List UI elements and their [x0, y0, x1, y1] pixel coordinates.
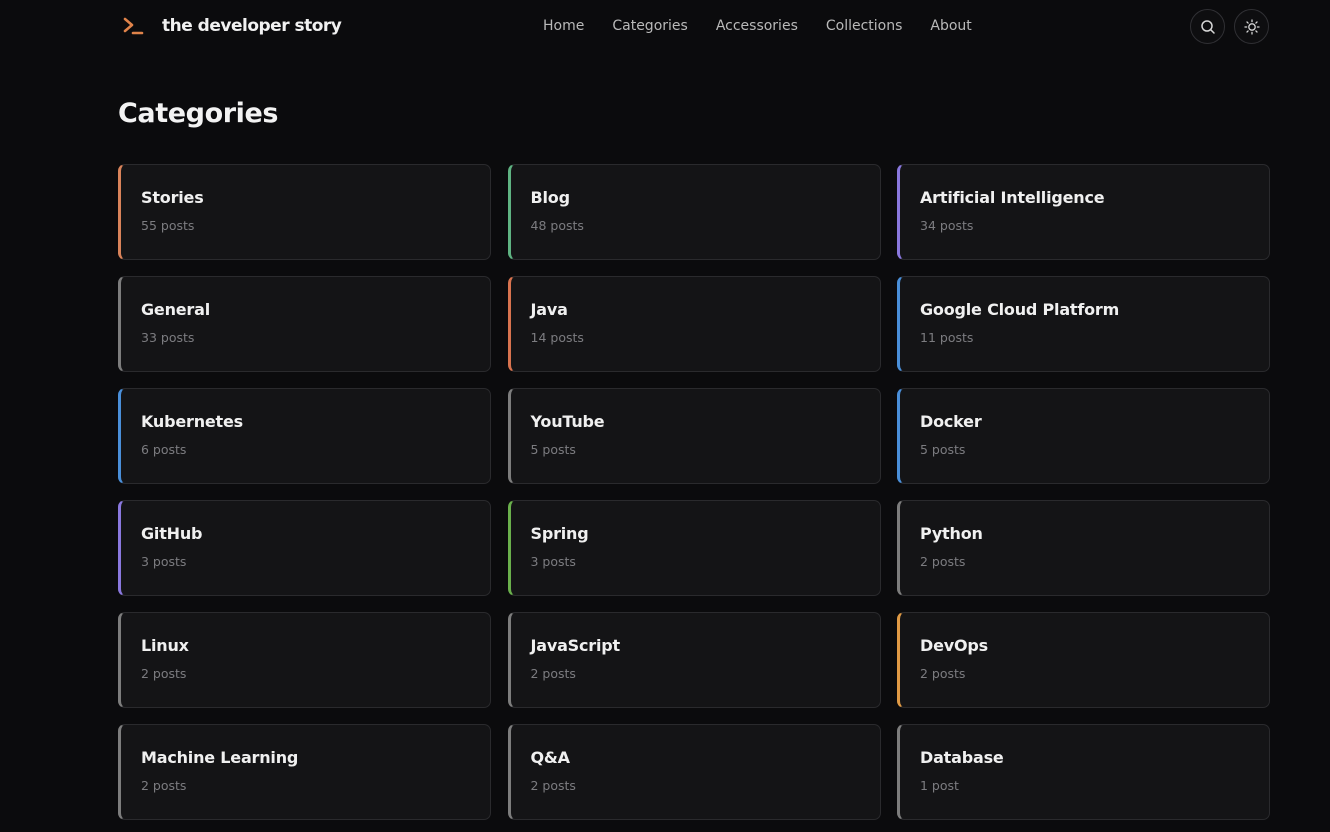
- category-post-count: 5 posts: [530, 442, 576, 457]
- category-name: Machine Learning: [141, 748, 299, 767]
- category-name: Artificial Intelligence: [920, 188, 1105, 207]
- category-post-count: 11 posts: [920, 330, 974, 345]
- category-name: Python: [920, 524, 983, 543]
- category-name: Kubernetes: [141, 412, 243, 431]
- category-name: JavaScript: [530, 636, 621, 655]
- site-header: the developer story Home Categories Acce…: [0, 0, 1330, 52]
- nav-about[interactable]: About: [930, 16, 971, 36]
- category-card-general[interactable]: General 33 posts: [118, 276, 491, 372]
- category-name: Database: [920, 748, 1004, 767]
- page-title: Categories: [118, 98, 279, 129]
- category-post-count: 55 posts: [141, 218, 195, 233]
- sun-icon: [1243, 18, 1260, 35]
- category-post-count: 3 posts: [530, 554, 576, 569]
- category-post-count: 33 posts: [141, 330, 195, 345]
- category-name: DevOps: [920, 636, 988, 655]
- category-name: General: [141, 300, 210, 319]
- search-icon: [1200, 19, 1215, 34]
- search-button[interactable]: [1190, 9, 1225, 44]
- category-name: Blog: [530, 188, 571, 207]
- category-card-java[interactable]: Java 14 posts: [507, 276, 881, 372]
- category-name: Q&A: [530, 748, 571, 767]
- category-card-linux[interactable]: Linux 2 posts: [118, 612, 491, 708]
- category-name: Linux: [141, 636, 189, 655]
- category-card-blog[interactable]: Blog 48 posts: [507, 164, 881, 260]
- nav-accessories[interactable]: Accessories: [716, 16, 798, 36]
- category-name: YouTube: [530, 412, 605, 431]
- category-card-database[interactable]: Database 1 post: [897, 724, 1270, 820]
- nav-home[interactable]: Home: [543, 16, 584, 36]
- category-post-count: 3 posts: [141, 554, 187, 569]
- category-name: Java: [530, 300, 568, 319]
- nav-collections[interactable]: Collections: [826, 16, 903, 36]
- category-name: GitHub: [141, 524, 203, 543]
- category-post-count: 2 posts: [530, 666, 576, 681]
- category-card-machine-learning[interactable]: Machine Learning 2 posts: [118, 724, 491, 820]
- category-card-spring[interactable]: Spring 3 posts: [507, 500, 881, 596]
- category-card-stories[interactable]: Stories 55 posts: [118, 164, 491, 260]
- brand-name: the developer story: [162, 16, 342, 36]
- category-card-github[interactable]: GitHub 3 posts: [118, 500, 491, 596]
- category-name: Docker: [920, 412, 982, 431]
- category-grid: Stories 55 posts Blog 48 posts Artificia…: [118, 164, 1270, 820]
- category-card-devops[interactable]: DevOps 2 posts: [897, 612, 1270, 708]
- category-post-count: 2 posts: [141, 666, 187, 681]
- category-name: Spring: [530, 524, 589, 543]
- category-post-count: 2 posts: [141, 778, 187, 793]
- terminal-prompt-icon: [123, 17, 144, 35]
- category-card-docker[interactable]: Docker 5 posts: [897, 388, 1270, 484]
- category-post-count: 6 posts: [141, 442, 187, 457]
- category-card-kubernetes[interactable]: Kubernetes 6 posts: [118, 388, 491, 484]
- category-name: Google Cloud Platform: [920, 300, 1120, 319]
- category-post-count: 2 posts: [530, 778, 576, 793]
- category-card-youtube[interactable]: YouTube 5 posts: [507, 388, 881, 484]
- category-name: Stories: [141, 188, 204, 207]
- category-post-count: 14 posts: [530, 330, 584, 345]
- category-post-count: 1 post: [920, 778, 959, 793]
- category-post-count: 2 posts: [920, 666, 966, 681]
- nav-categories[interactable]: Categories: [612, 16, 687, 36]
- category-post-count: 34 posts: [920, 218, 974, 233]
- category-post-count: 2 posts: [920, 554, 966, 569]
- theme-toggle-button[interactable]: [1234, 9, 1269, 44]
- main-nav: Home Categories Accessories Collections …: [543, 16, 972, 36]
- category-card-javascript[interactable]: JavaScript 2 posts: [507, 612, 881, 708]
- brand-home-link[interactable]: the developer story: [118, 12, 342, 40]
- category-card-q-and-a[interactable]: Q&A 2 posts: [507, 724, 881, 820]
- category-post-count: 5 posts: [920, 442, 966, 457]
- category-card-python[interactable]: Python 2 posts: [897, 500, 1270, 596]
- category-card-artificial-intelligence[interactable]: Artificial Intelligence 34 posts: [897, 164, 1270, 260]
- category-card-google-cloud-platform[interactable]: Google Cloud Platform 11 posts: [897, 276, 1270, 372]
- category-post-count: 48 posts: [530, 218, 584, 233]
